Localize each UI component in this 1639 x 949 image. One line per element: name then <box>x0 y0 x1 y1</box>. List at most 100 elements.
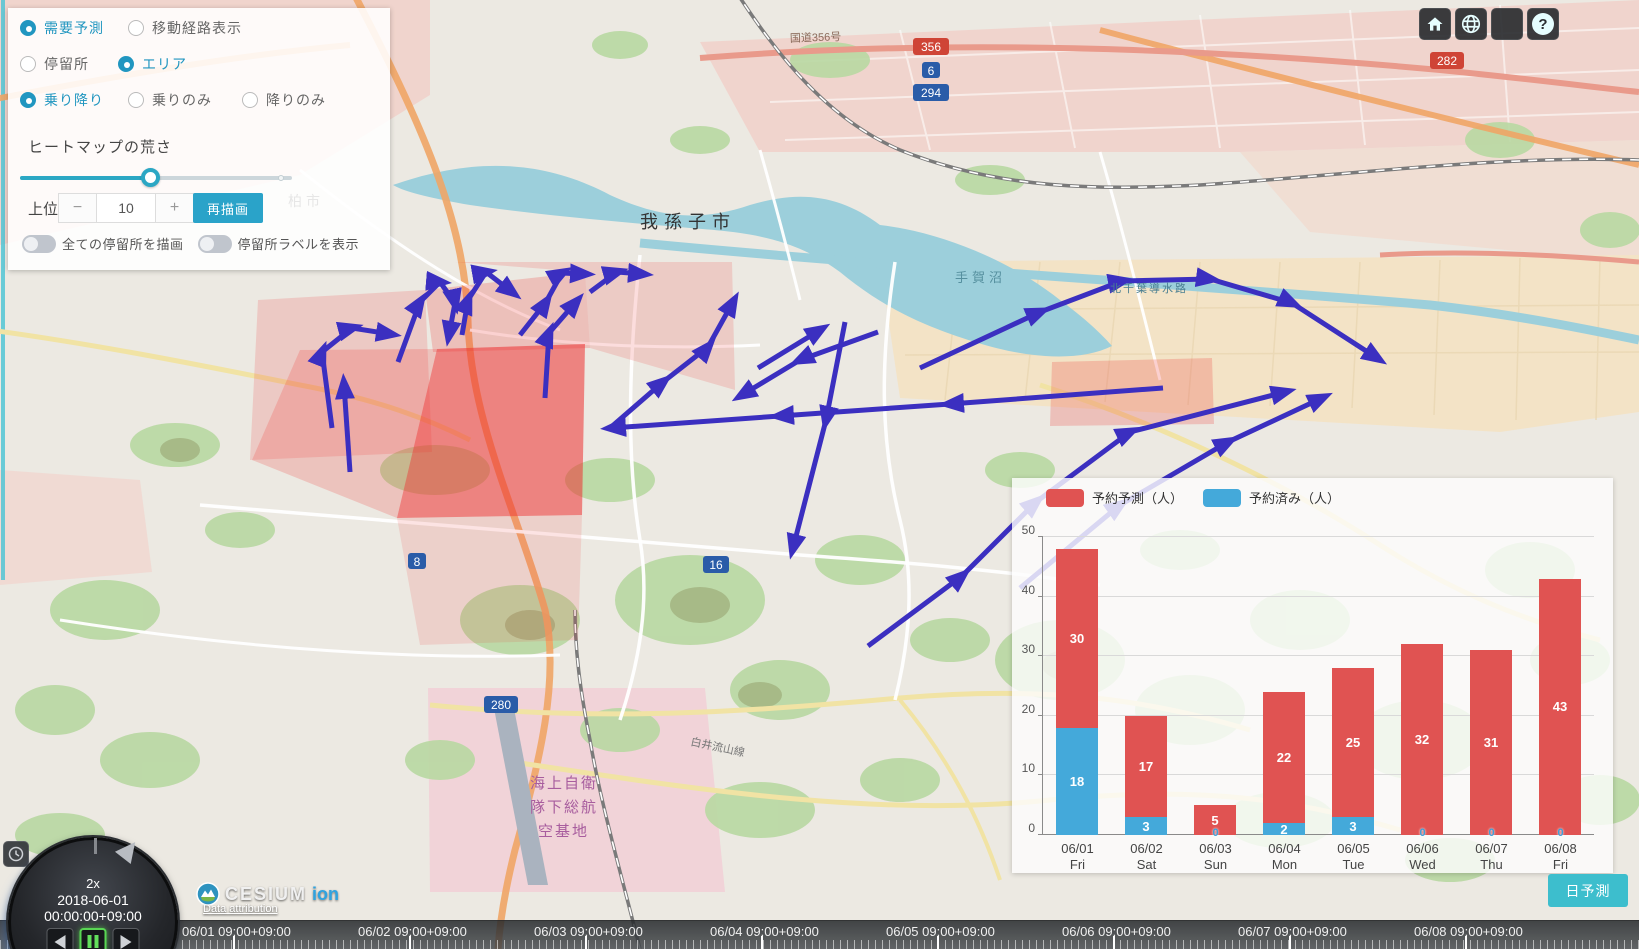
heatmap-coarseness-slider[interactable] <box>20 168 292 188</box>
svg-text:280: 280 <box>491 698 511 712</box>
pause-button[interactable] <box>80 928 107 949</box>
bar-slot: 25306/05Tue <box>1319 537 1388 835</box>
redraw-button[interactable]: 再描画 <box>193 193 263 223</box>
playback-buttons <box>47 928 140 949</box>
x-axis-label: 06/07Thu <box>1457 841 1526 873</box>
toggle-show-stop-labels[interactable] <box>198 235 232 253</box>
shuttle-ring-tick <box>94 838 97 854</box>
legend-label: 予約予測（人） <box>1092 488 1183 507</box>
forecast-segment: 17 <box>1125 716 1167 817</box>
chart-legend: 予約予測（人） 予約済み（人） <box>1046 488 1340 507</box>
radio-dot <box>20 20 36 36</box>
y-tick-label: 20 <box>1007 702 1035 716</box>
radio-on-only[interactable]: 乗りのみ <box>128 90 212 110</box>
reserved-zero-label: 0 <box>1388 827 1457 839</box>
x-axis-label: 06/04Mon <box>1250 841 1319 873</box>
reserved-zero-label: 0 <box>1181 827 1250 839</box>
base-layer-picker-button[interactable] <box>1491 8 1523 40</box>
timeline-label: 06/08 09:00+09:00 <box>1414 924 1523 939</box>
svg-text:282: 282 <box>1437 54 1457 68</box>
timeline-major-tick <box>1289 936 1291 949</box>
timeline-major-tick <box>1465 936 1467 949</box>
current-time: 00:00:00+09:00 <box>11 908 175 924</box>
slider-handle[interactable] <box>141 168 160 187</box>
forecast-segment: 22 <box>1263 692 1305 823</box>
stacked-bar[interactable]: 253 <box>1332 668 1374 835</box>
play-reverse-icon <box>55 935 66 949</box>
radio-dot <box>118 56 134 72</box>
home-icon <box>1425 14 1445 34</box>
pause-icon <box>88 935 99 948</box>
help-button[interactable]: ? <box>1527 8 1559 40</box>
legend-item-reserved: 予約済み（人） <box>1203 488 1340 507</box>
mode-radio-row: 需要予測 移動経路表示 <box>8 8 390 44</box>
x-axis-label: 06/01Fri <box>1043 841 1112 873</box>
radio-route-display[interactable]: 移動経路表示 <box>128 18 242 38</box>
radio-label: 停留所 <box>44 54 89 74</box>
reserved-segment: 2 <box>1263 823 1305 835</box>
y-tick-label: 40 <box>1007 583 1035 597</box>
timeline-major-tick <box>233 936 235 949</box>
toggle-knob <box>24 237 38 251</box>
stacked-bar[interactable]: 32 <box>1401 644 1443 835</box>
radio-dot <box>128 92 144 108</box>
forecast-segment: 25 <box>1332 668 1374 817</box>
toggle-show-stop-labels-label: 停留所ラベルを表示 <box>238 234 360 253</box>
reserved-segment: 18 <box>1056 728 1098 835</box>
forecast-segment: 30 <box>1056 549 1098 728</box>
radio-label: エリア <box>142 54 187 74</box>
toggle-row: 全ての停留所を描画 停留所ラベルを表示 <box>22 234 373 253</box>
legend-item-forecast: 予約予測（人） <box>1046 488 1183 507</box>
reserved-segment: 3 <box>1332 817 1374 835</box>
day-forecast-button[interactable]: 日予測 <box>1548 874 1628 907</box>
cesium-timeline[interactable]: 06/01 09:00+09:0006/02 09:00+09:0006/03 … <box>0 920 1639 949</box>
slider-fill <box>20 176 151 180</box>
stacked-bar[interactable]: 43 <box>1539 579 1581 835</box>
play-forward-icon <box>121 935 132 949</box>
timeline-label: 06/03 09:00+09:00 <box>534 924 643 939</box>
radio-label: 乗りのみ <box>152 90 212 110</box>
timeline-label: 06/04 09:00+09:00 <box>710 924 819 939</box>
radio-demand-forecast[interactable]: 需要予測 <box>20 18 104 38</box>
play-reverse-button[interactable] <box>47 928 74 949</box>
timeline-major-tick <box>409 936 411 949</box>
cesium-ion-text: ion <box>312 884 339 905</box>
stacked-bar[interactable]: 3018 <box>1056 549 1098 835</box>
forecast-segment: 43 <box>1539 579 1581 835</box>
radio-on-off[interactable]: 乗り降り <box>20 90 104 110</box>
svg-text:8: 8 <box>414 555 421 569</box>
y-tick-label: 10 <box>1007 761 1035 775</box>
toggle-draw-all-stops[interactable] <box>22 235 56 253</box>
toggle-knob <box>200 237 214 251</box>
heatmap-coarseness-label: ヒートマップの荒さ <box>28 136 172 157</box>
bar-slot: 17306/02Sat <box>1112 537 1181 835</box>
radio-bus-stop[interactable]: 停留所 <box>20 54 89 74</box>
decrement-button[interactable]: − <box>58 193 97 223</box>
radio-dot <box>128 20 144 36</box>
timeline-major-tick <box>585 936 587 949</box>
bar-slot: 301806/01Fri <box>1043 537 1112 835</box>
svg-text:16: 16 <box>709 558 723 572</box>
clock-mini-button[interactable] <box>3 841 29 867</box>
x-axis-label: 06/05Tue <box>1319 841 1388 873</box>
radio-area[interactable]: エリア <box>118 54 187 74</box>
timeline-label: 06/01 09:00+09:00 <box>182 924 291 939</box>
stacked-bar[interactable]: 31 <box>1470 650 1512 835</box>
y-tick-label: 0 <box>1007 821 1035 835</box>
radio-off-only[interactable]: 降りのみ <box>242 90 326 110</box>
clock-icon <box>8 846 24 862</box>
toggle-draw-all-stops-label: 全ての停留所を描画 <box>62 234 184 253</box>
play-forward-button[interactable] <box>113 928 140 949</box>
home-button[interactable] <box>1419 8 1451 40</box>
scene-mode-button[interactable] <box>1455 8 1487 40</box>
data-attribution-link[interactable]: Data attribution <box>203 903 278 915</box>
increment-button[interactable]: + <box>155 193 194 223</box>
radio-label: 降りのみ <box>266 90 326 110</box>
stacked-bar[interactable]: 222 <box>1263 692 1305 835</box>
globe-icon <box>1460 13 1482 35</box>
reservation-chart-panel: 予約予測（人） 予約済み（人） 01020304050301806/01Fri1… <box>1012 478 1613 873</box>
reserved-segment: 3 <box>1125 817 1167 835</box>
stacked-bar[interactable]: 173 <box>1125 716 1167 835</box>
help-icon: ? <box>1532 13 1554 35</box>
top-n-value[interactable]: 10 <box>97 193 155 223</box>
